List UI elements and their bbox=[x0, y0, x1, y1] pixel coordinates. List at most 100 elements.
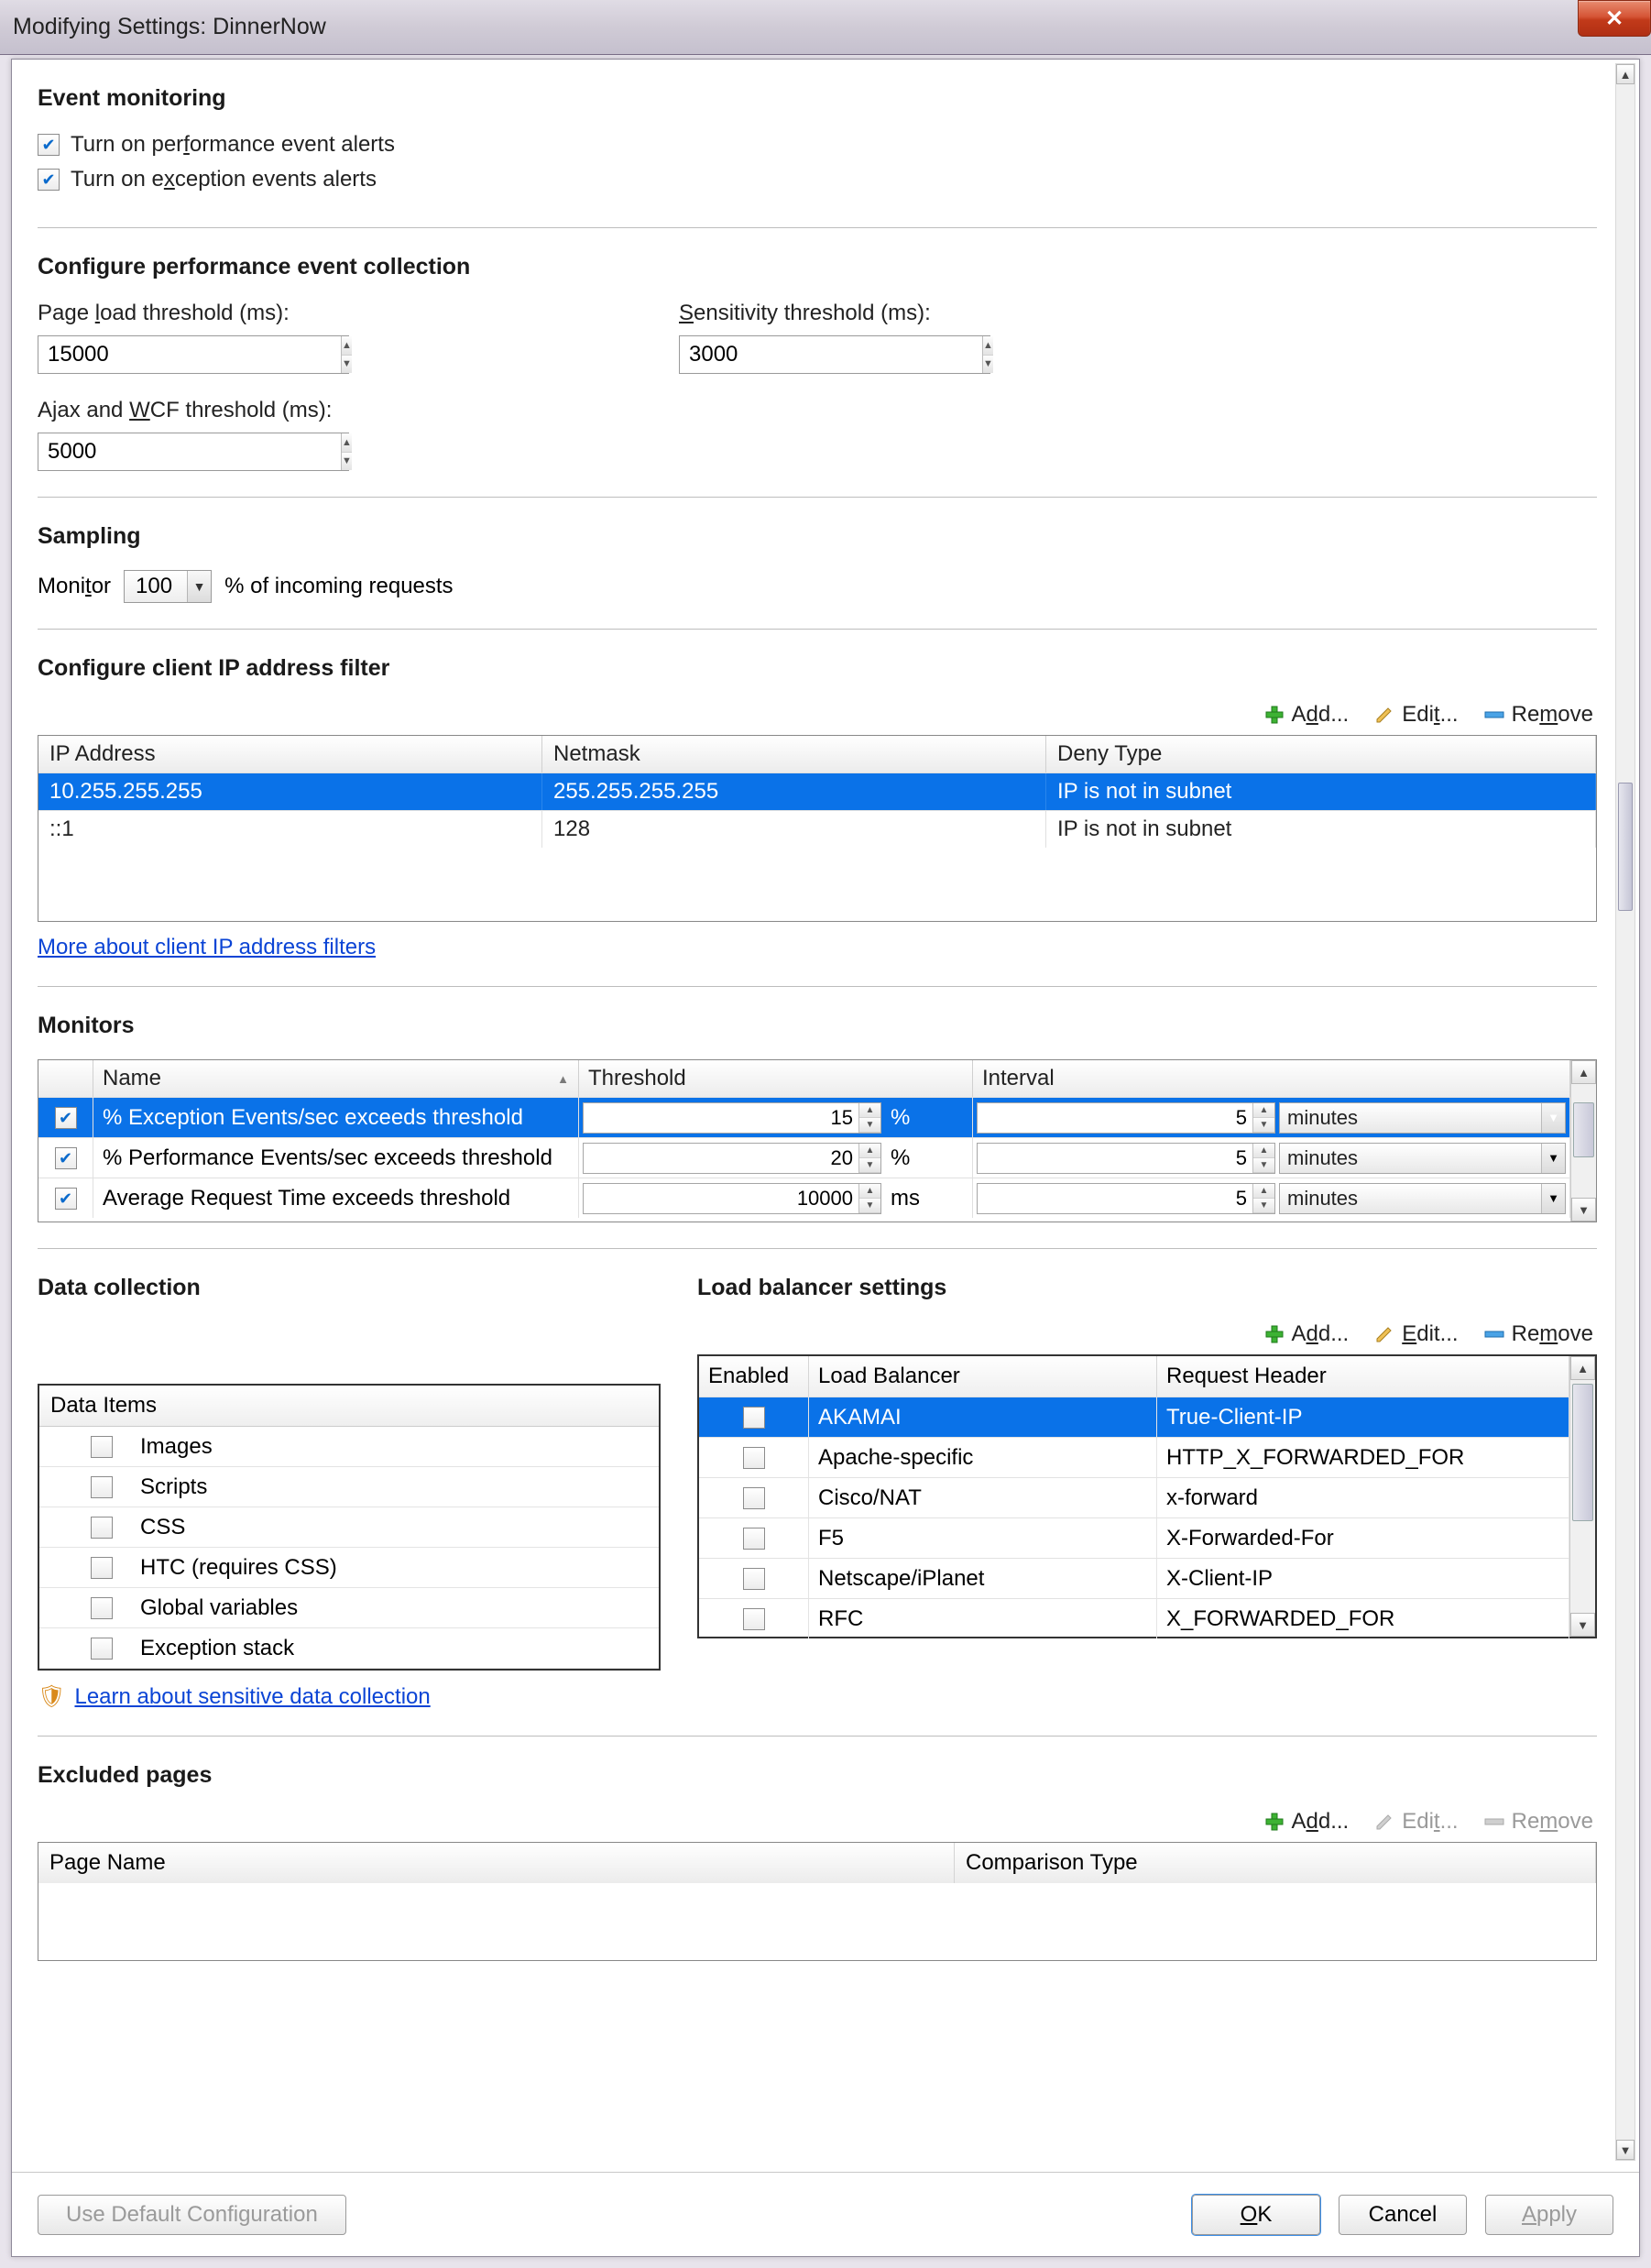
scroll-up-icon[interactable]: ▲ bbox=[1616, 64, 1635, 84]
spin-up-icon[interactable]: ▲ bbox=[859, 1144, 880, 1158]
col-deny[interactable]: Deny Type bbox=[1046, 736, 1596, 772]
col-page-name[interactable]: Page Name bbox=[38, 1843, 955, 1883]
checkbox[interactable] bbox=[743, 1447, 765, 1469]
ajax-spinner[interactable]: ▲▼ bbox=[38, 433, 349, 471]
lb-scrollbar[interactable]: ▲ ▼ bbox=[1569, 1356, 1595, 1637]
col-enabled[interactable]: Enabled bbox=[699, 1356, 809, 1397]
threshold-spinner[interactable]: ▲▼ bbox=[583, 1183, 881, 1214]
interval-input[interactable] bbox=[978, 1103, 1252, 1133]
interval-unit-dropdown[interactable]: minutes▼ bbox=[1279, 1183, 1566, 1214]
threshold-input[interactable] bbox=[584, 1184, 858, 1213]
enabled-cell[interactable] bbox=[699, 1438, 809, 1477]
close-button[interactable]: ✕ bbox=[1578, 0, 1651, 37]
spin-down-icon[interactable]: ▼ bbox=[1253, 1118, 1274, 1133]
chevron-down-icon[interactable]: ▼ bbox=[187, 571, 211, 602]
chevron-down-icon[interactable]: ▼ bbox=[1541, 1103, 1565, 1133]
interval-unit-dropdown[interactable]: minutes▼ bbox=[1279, 1143, 1566, 1174]
ajax-input[interactable] bbox=[38, 433, 341, 470]
checkbox[interactable] bbox=[743, 1568, 765, 1590]
checkbox[interactable] bbox=[743, 1528, 765, 1550]
interval-spinner[interactable]: ▲▼ bbox=[977, 1102, 1275, 1134]
titlebar[interactable]: Modifying Settings: DinnerNow ✕ bbox=[0, 0, 1651, 55]
enabled-cell[interactable] bbox=[699, 1518, 809, 1558]
checkbox[interactable] bbox=[91, 1517, 113, 1539]
data-items-table[interactable]: Data Items ImagesScriptsCSSHTC (requires… bbox=[38, 1384, 661, 1671]
ip-filter-link[interactable]: More about client IP address filters bbox=[38, 935, 376, 960]
interval-input[interactable] bbox=[978, 1144, 1252, 1173]
threshold-spinner[interactable]: ▲▼ bbox=[583, 1102, 881, 1134]
spin-up-icon[interactable]: ▲ bbox=[1253, 1103, 1274, 1118]
chevron-down-icon[interactable]: ▼ bbox=[1541, 1144, 1565, 1173]
spin-down-icon[interactable]: ▼ bbox=[1253, 1158, 1274, 1173]
monitors-scrollbar[interactable]: ▲ ▼ bbox=[1570, 1060, 1596, 1222]
col-ip[interactable]: IP Address bbox=[38, 736, 542, 772]
checkbox[interactable] bbox=[55, 1188, 77, 1210]
chevron-down-icon[interactable]: ▼ bbox=[1541, 1184, 1565, 1213]
checkbox[interactable] bbox=[91, 1597, 113, 1619]
page-load-input[interactable] bbox=[38, 336, 341, 373]
ip-remove-button[interactable]: Remove bbox=[1482, 702, 1593, 728]
checkbox[interactable] bbox=[91, 1557, 113, 1579]
checkbox[interactable] bbox=[91, 1476, 113, 1498]
enabled-cell[interactable] bbox=[699, 1599, 809, 1638]
scroll-thumb[interactable] bbox=[1573, 1102, 1594, 1157]
col-lb[interactable]: Load Balancer bbox=[809, 1356, 1157, 1397]
scroll-up-icon[interactable]: ▲ bbox=[1571, 1060, 1596, 1084]
list-item[interactable]: Images bbox=[39, 1427, 659, 1467]
col-comparison[interactable]: Comparison Type bbox=[955, 1843, 1596, 1883]
spin-up-icon[interactable]: ▲ bbox=[1253, 1144, 1274, 1158]
sensitivity-spinner[interactable]: ▲▼ bbox=[679, 335, 990, 374]
ip-filter-table[interactable]: IP Address Netmask Deny Type 10.255.255.… bbox=[38, 735, 1597, 922]
monitors-table[interactable]: Name▲ Threshold Interval % Exception Eve… bbox=[38, 1059, 1597, 1222]
checkbox[interactable] bbox=[55, 1107, 77, 1129]
col-threshold[interactable]: Threshold bbox=[579, 1060, 973, 1097]
excluded-table[interactable]: Page Name Comparison Type bbox=[38, 1842, 1597, 1961]
row-check[interactable] bbox=[38, 1178, 93, 1218]
table-row[interactable]: ::1128IP is not in subnet bbox=[38, 810, 1596, 848]
table-row[interactable]: F5X-Forwarded-For bbox=[699, 1517, 1595, 1558]
list-item[interactable]: Exception stack bbox=[39, 1628, 659, 1669]
data-collection-link[interactable]: Learn about sensitive data collection bbox=[74, 1684, 430, 1710]
table-row[interactable]: Netscape/iPlanetX-Client-IP bbox=[699, 1558, 1595, 1598]
ip-edit-button[interactable]: Edit... bbox=[1372, 702, 1458, 728]
checkbox[interactable] bbox=[743, 1407, 765, 1429]
interval-input[interactable] bbox=[978, 1184, 1252, 1213]
spin-up-icon[interactable]: ▲ bbox=[859, 1103, 880, 1118]
monitor-dropdown[interactable]: 100 ▼ bbox=[124, 570, 212, 603]
window-scrollbar[interactable]: ▲ ▼ bbox=[1615, 63, 1635, 2161]
sensitivity-input[interactable] bbox=[680, 336, 982, 373]
lb-add-button[interactable]: Add... bbox=[1263, 1321, 1350, 1347]
page-load-spinner[interactable]: ▲▼ bbox=[38, 335, 349, 374]
cancel-button[interactable]: Cancel bbox=[1339, 2195, 1467, 2235]
list-item[interactable]: HTC (requires CSS) bbox=[39, 1548, 659, 1588]
spin-up-icon[interactable]: ▲ bbox=[859, 1184, 880, 1199]
interval-unit-dropdown[interactable]: minutes▼ bbox=[1279, 1102, 1566, 1134]
checkbox[interactable] bbox=[55, 1147, 77, 1169]
scroll-up-icon[interactable]: ▲ bbox=[1570, 1356, 1595, 1380]
interval-spinner[interactable]: ▲▼ bbox=[977, 1183, 1275, 1214]
table-row[interactable]: RFCX_FORWARDED_FOR bbox=[699, 1598, 1595, 1638]
threshold-spinner[interactable]: ▲▼ bbox=[583, 1143, 881, 1174]
spin-down-icon[interactable]: ▼ bbox=[1253, 1199, 1274, 1213]
col-name[interactable]: Name▲ bbox=[93, 1060, 579, 1097]
scroll-down-icon[interactable]: ▼ bbox=[1616, 2140, 1635, 2160]
table-row[interactable]: % Exception Events/sec exceeds threshold… bbox=[38, 1097, 1596, 1137]
threshold-input[interactable] bbox=[584, 1103, 858, 1133]
table-row[interactable]: 10.255.255.255255.255.255.255IP is not i… bbox=[38, 772, 1596, 810]
scroll-thumb[interactable] bbox=[1618, 783, 1633, 911]
enabled-cell[interactable] bbox=[699, 1478, 809, 1517]
scroll-down-icon[interactable]: ▼ bbox=[1571, 1198, 1596, 1222]
ex-add-button[interactable]: Add... bbox=[1263, 1809, 1350, 1835]
col-netmask[interactable]: Netmask bbox=[542, 736, 1046, 772]
spin-up-icon[interactable]: ▲ bbox=[983, 336, 993, 356]
spin-up-icon[interactable]: ▲ bbox=[1253, 1184, 1274, 1199]
checkbox[interactable] bbox=[91, 1638, 113, 1660]
row-check[interactable] bbox=[38, 1138, 93, 1178]
scroll-thumb[interactable] bbox=[1572, 1384, 1593, 1521]
perf-alerts-checkbox[interactable] bbox=[38, 134, 60, 156]
ip-add-button[interactable]: Add... bbox=[1263, 702, 1350, 728]
enabled-cell[interactable] bbox=[699, 1559, 809, 1598]
spin-down-icon[interactable]: ▼ bbox=[859, 1199, 880, 1213]
interval-spinner[interactable]: ▲▼ bbox=[977, 1143, 1275, 1174]
lb-table[interactable]: Enabled Load Balancer Request Header AKA… bbox=[697, 1354, 1597, 1638]
